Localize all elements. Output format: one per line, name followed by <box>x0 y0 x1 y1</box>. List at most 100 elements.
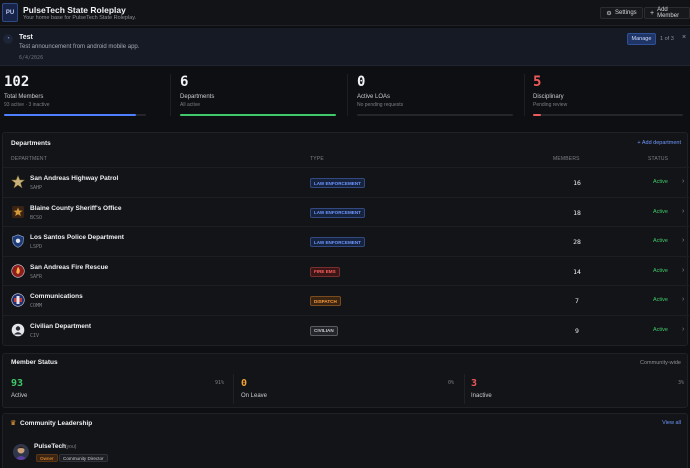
column-header-department[interactable]: DEPARTMENT <box>11 156 47 162</box>
member-status-title: Member Status <box>11 359 58 366</box>
active-percent: 91% <box>215 380 225 386</box>
stat-progress-track <box>180 114 336 116</box>
gear-icon <box>606 10 612 16</box>
app-header: PU PulseTech State Roleplay Your home ba… <box>0 0 690 26</box>
role-badge: Community Director <box>59 454 108 462</box>
plus-icon: + <box>650 9 655 17</box>
column-header-members[interactable]: MEMBERS <box>553 156 580 162</box>
department-code: CIV <box>30 332 40 339</box>
owner-badge: Owner <box>36 454 58 462</box>
status-badge: Active <box>653 179 668 185</box>
table-row[interactable]: Los Santos Police Department LSPD LAW ENFO… <box>3 226 689 255</box>
stat-value: 6 <box>180 74 189 90</box>
chevron-right-icon[interactable]: › <box>682 267 684 274</box>
community-title: PulseTech State Roleplay <box>23 5 126 15</box>
comm-badge-icon <box>11 293 25 307</box>
stat-label: Total Members <box>4 94 44 100</box>
active-count: 93 <box>11 378 24 389</box>
department-name[interactable]: Blaine County Sheriff's Office <box>30 205 121 212</box>
stat-disciplinary[interactable]: 5 Disciplinary Pending review <box>529 68 690 122</box>
star-badge-icon <box>10 174 26 189</box>
chevron-right-icon[interactable]: › <box>682 326 684 333</box>
department-code: COMM <box>30 303 43 309</box>
add-member-label: Add Member <box>657 7 680 19</box>
manage-announcements-button[interactable]: Manage <box>627 33 656 45</box>
announcement-pager: 1 of 3 <box>660 36 674 42</box>
close-icon[interactable]: × <box>682 34 686 41</box>
member-count: 9 <box>575 326 579 335</box>
department-type-badge: FIRE EMS <box>310 266 340 277</box>
departments-title: Departments <box>11 140 51 147</box>
leader-name[interactable]: PulseTech <box>34 443 66 450</box>
stat-label: Disciplinary <box>533 94 564 100</box>
department-code: LSPD <box>30 244 43 250</box>
inactive-count: 3 <box>471 378 478 389</box>
you-indicator: (you) <box>65 444 77 450</box>
stat-progress-track <box>357 114 513 116</box>
table-row[interactable]: San Andreas Highway Patrol SAHP LAW ENFORC… <box>3 167 689 196</box>
stat-active-loas[interactable]: 0 Active LOAs No pending requests <box>353 68 518 122</box>
chevron-right-icon[interactable]: › <box>682 296 684 303</box>
departments-panel: Departments + Add department DEPARTMENT … <box>2 132 689 346</box>
department-name[interactable]: Los Santos Police Department <box>30 234 124 241</box>
stat-total-members[interactable]: 102 Total Members 93 active · 3 inactive <box>0 68 150 122</box>
department-name[interactable]: San Andreas Highway Patrol <box>30 175 118 182</box>
sheriff-badge-icon <box>11 205 25 219</box>
status-badge: Active <box>653 208 668 215</box>
stat-subtext: Pending review <box>533 102 568 108</box>
community-subtitle: Your home base for PulseTech State Rolep… <box>23 15 137 21</box>
inactive-label: Inactive <box>471 393 492 399</box>
column-header-status[interactable]: STATUS <box>648 156 668 162</box>
divider <box>170 74 171 116</box>
department-type-badge: LAW ENFORCEMENT <box>310 178 365 188</box>
department-code: SAHP <box>30 185 43 191</box>
stat-value: 5 <box>533 74 542 90</box>
announcement-body: Test announcement from android mobile ap… <box>19 44 140 50</box>
on-leave-percent: 0% <box>448 380 455 386</box>
status-badge: Active <box>653 326 668 333</box>
department-name[interactable]: Civilian Department <box>30 323 91 330</box>
chevron-right-icon[interactable]: › <box>682 237 684 244</box>
divider <box>464 374 465 404</box>
member-count: 18 <box>573 208 581 217</box>
member-status-panel: Member Status Community-wide 93 Active 9… <box>2 353 688 408</box>
department-name[interactable]: San Andreas Fire Rescue <box>30 264 108 271</box>
table-row[interactable]: Civilian Department CIV CIVILIAN 9 Active › <box>3 314 689 344</box>
community-logo[interactable]: PU <box>2 3 18 22</box>
stat-subtext: All active <box>180 102 201 108</box>
member-count: 14 <box>573 267 581 276</box>
status-badge: Active <box>653 297 668 303</box>
department-type-badge: CIVILIAN <box>310 325 338 336</box>
table-row[interactable]: Communications COMM DISPATCH 7 Active › <box>3 285 689 314</box>
settings-button[interactable]: Settings <box>600 7 643 19</box>
crown-icon: ♛ <box>10 420 17 427</box>
avatar[interactable] <box>13 444 29 460</box>
status-badge: Active <box>653 267 668 274</box>
add-member-button[interactable]: + Add Member <box>644 7 690 19</box>
divider <box>524 74 525 116</box>
stat-label: Active LOAs <box>357 94 391 100</box>
member-count: 16 <box>573 179 581 187</box>
civilian-badge-icon <box>11 323 25 337</box>
user-avatar-icon <box>13 444 29 460</box>
department-code: BCSO <box>30 214 43 221</box>
divider <box>233 374 234 404</box>
stat-departments[interactable]: 6 Departments All active <box>176 68 341 122</box>
table-row[interactable]: Blaine County Sheriff's Office BCSO LAW EN… <box>3 196 689 226</box>
stat-progress-fill <box>180 114 336 116</box>
stat-progress-fill <box>533 114 541 116</box>
stat-subtext: 93 active · 3 inactive <box>4 102 50 108</box>
chevron-right-icon[interactable]: › <box>682 208 684 215</box>
department-type-badge: LAW ENFORCEMENT <box>310 237 365 247</box>
column-header-type[interactable]: TYPE <box>310 156 324 162</box>
police-badge-icon <box>11 234 25 248</box>
stats-row: 102 Total Members 93 active · 3 inactive… <box>0 68 690 122</box>
chevron-right-icon[interactable]: › <box>682 178 684 185</box>
view-all-link[interactable]: View all <box>662 420 681 426</box>
stat-progress-track <box>533 114 683 116</box>
add-department-link[interactable]: + Add department <box>637 140 681 146</box>
stat-label: Departments <box>180 94 215 100</box>
department-name[interactable]: Communications <box>30 293 83 300</box>
status-badge: Active <box>653 238 668 244</box>
table-row[interactable]: San Andreas Fire Rescue SAFR FIRE EMS 14 Act… <box>3 255 689 285</box>
